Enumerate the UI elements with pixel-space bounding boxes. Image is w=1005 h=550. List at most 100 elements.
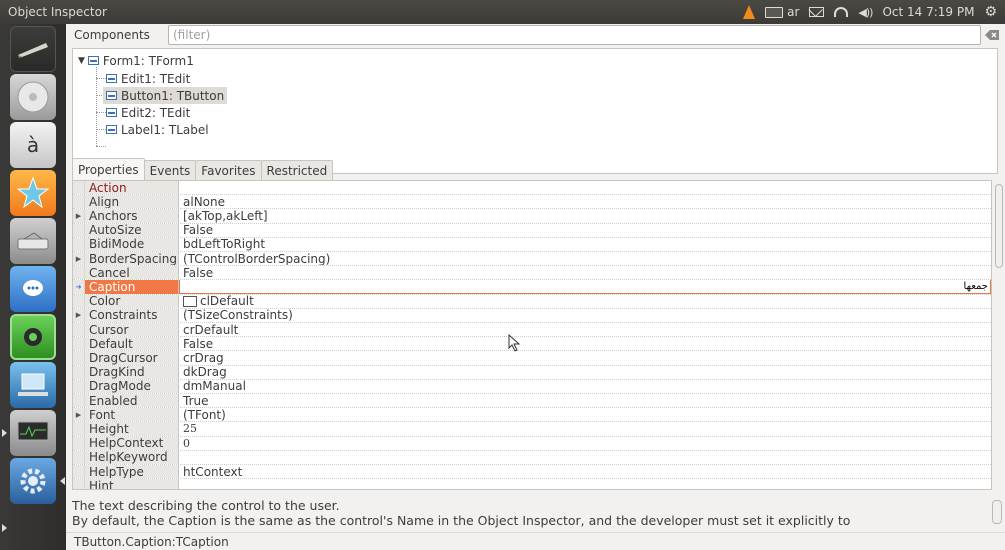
disc-icon[interactable] (10, 74, 56, 120)
property-name[interactable]: BidiMode (85, 237, 179, 251)
clear-filter-button[interactable] (983, 26, 1001, 44)
property-name[interactable]: DragMode (85, 379, 179, 393)
scrollbar-thumb[interactable] (995, 184, 1003, 268)
software-center-icon[interactable] (10, 314, 56, 360)
property-row-caption[interactable]: ➔ Caption جمعها (73, 280, 991, 295)
property-name[interactable]: Cursor (85, 323, 179, 337)
property-row-dragkind[interactable]: DragKind dkDrag (73, 365, 991, 380)
property-name[interactable]: Color (85, 294, 179, 308)
property-value[interactable]: alNone (179, 195, 991, 208)
property-value[interactable]: (TControlBorderSpacing) (179, 252, 991, 265)
property-row-bidimode[interactable]: BidiMode bdLeftToRight (73, 237, 991, 252)
expand-arrow-icon[interactable]: ▶ (73, 252, 85, 266)
property-row-helpkeyword[interactable]: HelpKeyword (73, 450, 991, 465)
property-row-default[interactable]: Default False (73, 337, 991, 352)
tab-favorites[interactable]: Favorites (195, 160, 262, 180)
chat-icon[interactable] (10, 266, 56, 312)
property-name[interactable]: Height (85, 422, 179, 436)
property-name[interactable]: Enabled (85, 394, 179, 408)
property-value[interactable]: 0 (179, 437, 991, 450)
clock[interactable]: Oct 14 7:19 PM (882, 5, 974, 19)
tab-restricted[interactable]: Restricted (260, 160, 334, 180)
description-scrollbar[interactable] (992, 500, 1002, 524)
property-value[interactable]: (TFont) (179, 408, 991, 421)
property-value[interactable]: False (179, 224, 991, 237)
expand-arrow-icon[interactable]: ▼ (78, 56, 85, 66)
property-name[interactable]: Anchors (85, 209, 179, 223)
property-value[interactable]: htContext (179, 465, 991, 478)
property-value[interactable]: dkDrag (179, 366, 991, 379)
property-row-cursor[interactable]: Cursor crDefault (73, 323, 991, 338)
tree-node-edit1[interactable]: Edit1: TEdit (103, 70, 193, 87)
property-row-hint[interactable]: Hint (73, 479, 991, 489)
property-value[interactable]: crDrag (179, 351, 991, 364)
property-value[interactable]: True (179, 394, 991, 407)
property-name[interactable]: DragCursor (85, 351, 179, 365)
property-row-helptype[interactable]: HelpType htContext (73, 465, 991, 480)
property-value[interactable]: [akTop,akLeft] (179, 209, 991, 222)
property-name[interactable]: Action (85, 181, 179, 195)
property-name[interactable]: HelpContext (85, 436, 179, 450)
property-value[interactable]: 25 (179, 422, 991, 435)
property-name[interactable]: Font (85, 408, 179, 422)
property-name[interactable]: AutoSize (85, 223, 179, 237)
property-row-helpcontext[interactable]: HelpContext 0 (73, 436, 991, 451)
property-row-dragmode[interactable]: DragMode dmManual (73, 379, 991, 394)
property-value[interactable]: False (179, 266, 991, 279)
vlc-icon[interactable] (743, 5, 756, 19)
expand-arrow-icon[interactable]: ▶ (73, 408, 85, 422)
property-name[interactable]: HelpType (85, 465, 179, 479)
property-name[interactable]: BorderSpacing (85, 252, 179, 266)
component-tree[interactable]: ▼ Form1: TForm1 Edit1: TEdit Button1: TB… (72, 48, 998, 174)
mail-icon[interactable] (809, 7, 825, 17)
property-value[interactable]: False (179, 337, 991, 350)
system-settings-icon[interactable] (10, 458, 56, 504)
character-map-icon[interactable]: à (10, 122, 56, 168)
property-value[interactable]: crDefault (179, 323, 991, 336)
property-grid-scrollbar[interactable] (994, 180, 1004, 490)
property-name[interactable]: Constraints (85, 308, 179, 322)
property-row-constraints[interactable]: ▶ Constraints (TSizeConstraints) (73, 308, 991, 323)
property-name[interactable]: Default (85, 337, 179, 351)
network-icon[interactable] (834, 7, 849, 17)
tree-node-edit2[interactable]: Edit2: TEdit (103, 104, 193, 121)
property-name[interactable]: Cancel (85, 266, 179, 280)
tree-node-button1[interactable]: Button1: TButton (103, 87, 228, 104)
property-value[interactable] (179, 181, 991, 194)
property-row-cancel[interactable]: Cancel False (73, 266, 991, 281)
property-row-borderspacing[interactable]: ▶ BorderSpacing (TControlBorderSpacing) (73, 252, 991, 267)
expand-arrow-icon[interactable]: ▶ (73, 308, 85, 322)
tab-events[interactable]: Events (143, 160, 197, 180)
property-row-action[interactable]: Action (73, 181, 991, 196)
property-row-autosize[interactable]: AutoSize False (73, 223, 991, 238)
property-name[interactable]: Hint (85, 479, 179, 489)
keyboard-indicator[interactable]: ar (765, 5, 799, 19)
property-name[interactable]: Align (85, 195, 179, 209)
property-value[interactable]: جمعها (179, 280, 991, 294)
puzzle-star-icon[interactable] (10, 170, 56, 216)
network-computer-icon[interactable] (10, 362, 56, 408)
property-name[interactable]: HelpKeyword (85, 450, 179, 464)
property-row-height[interactable]: Height 25 (73, 422, 991, 437)
tree-root-node[interactable]: ▼ Form1: TForm1 (75, 52, 197, 69)
property-row-font[interactable]: ▶ Font (TFont) (73, 408, 991, 423)
property-value[interactable]: (TSizeConstraints) (179, 309, 991, 322)
property-row-align[interactable]: Align alNone (73, 195, 991, 210)
property-value[interactable]: clDefault (179, 295, 991, 308)
tree-node-label1[interactable]: Label1: TLabel (103, 121, 212, 138)
system-monitor-icon[interactable] (10, 410, 56, 456)
scanner-icon[interactable] (10, 218, 56, 264)
tab-properties[interactable]: Properties (72, 158, 145, 180)
property-row-anchors[interactable]: ▶ Anchors [akTop,akLeft] (73, 209, 991, 224)
property-row-dragcursor[interactable]: DragCursor crDrag (73, 351, 991, 366)
property-value[interactable]: bdLeftToRight (179, 238, 991, 251)
property-value[interactable] (179, 479, 991, 489)
components-filter-input[interactable]: (filter) (168, 25, 981, 45)
property-value[interactable]: dmManual (179, 380, 991, 393)
expand-arrow-icon[interactable]: ▶ (73, 209, 85, 223)
property-grid[interactable]: Action Align alNone ▶ Anchors [akTop,akLeft] A… (72, 180, 992, 490)
volume-icon[interactable]: ◀)) (858, 6, 873, 19)
property-name[interactable]: Caption (85, 280, 179, 294)
session-gear-icon[interactable]: ⚙ (984, 4, 997, 20)
caption-value-input[interactable]: جمعها (179, 280, 991, 294)
